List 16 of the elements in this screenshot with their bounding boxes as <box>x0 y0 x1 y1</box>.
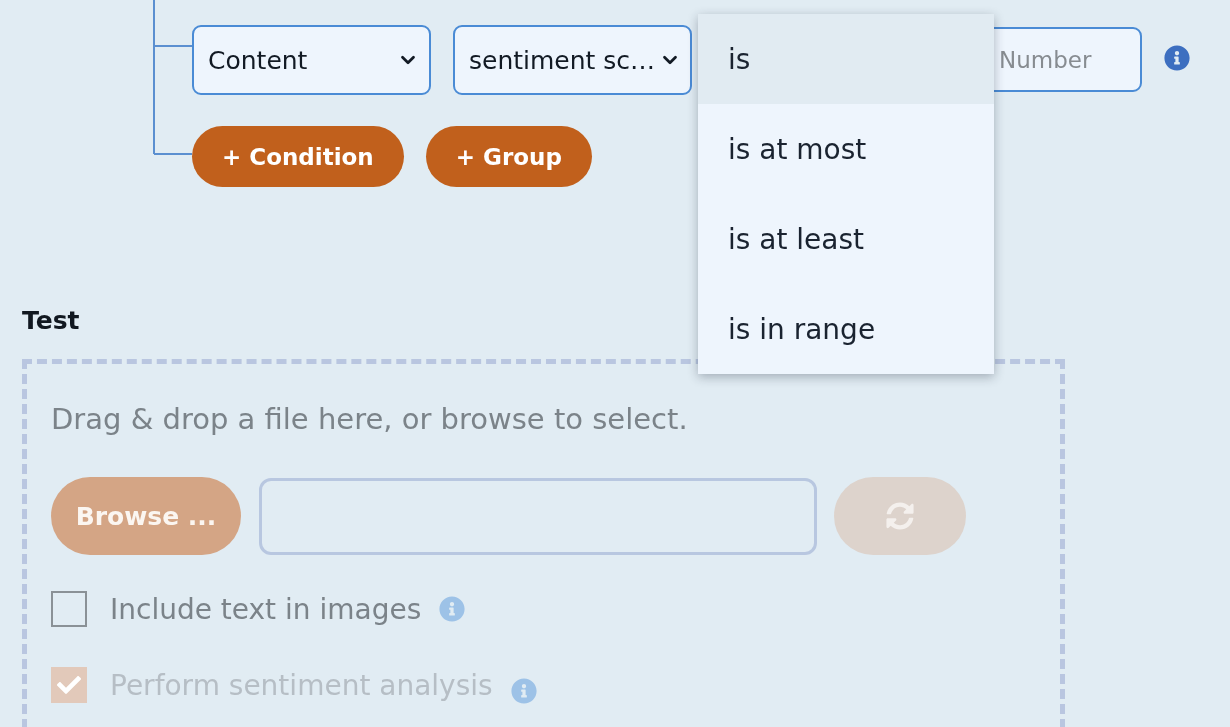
drop-hint: Drag & drop a file here, or browse to select. <box>51 402 688 436</box>
menu-option[interactable]: is <box>698 14 994 104</box>
menu-option[interactable]: is in range <box>698 284 994 374</box>
menu-option[interactable]: is at least <box>698 194 994 284</box>
menu-option[interactable]: is at most <box>698 104 994 194</box>
info-icon[interactable] <box>1164 45 1190 71</box>
add-button[interactable]: + Condition <box>192 126 404 187</box>
add-button[interactable]: + Group <box>425 126 592 187</box>
check-icon <box>57 673 81 697</box>
section-title: Test <box>22 305 80 337</box>
checkbox[interactable] <box>51 591 87 627</box>
file-name-field[interactable] <box>259 477 817 555</box>
property-select[interactable]: sentiment sc… <box>453 25 692 95</box>
option-label: Include text in images <box>110 592 422 626</box>
field-select[interactable]: Content <box>192 25 431 95</box>
refresh-icon <box>886 502 914 530</box>
